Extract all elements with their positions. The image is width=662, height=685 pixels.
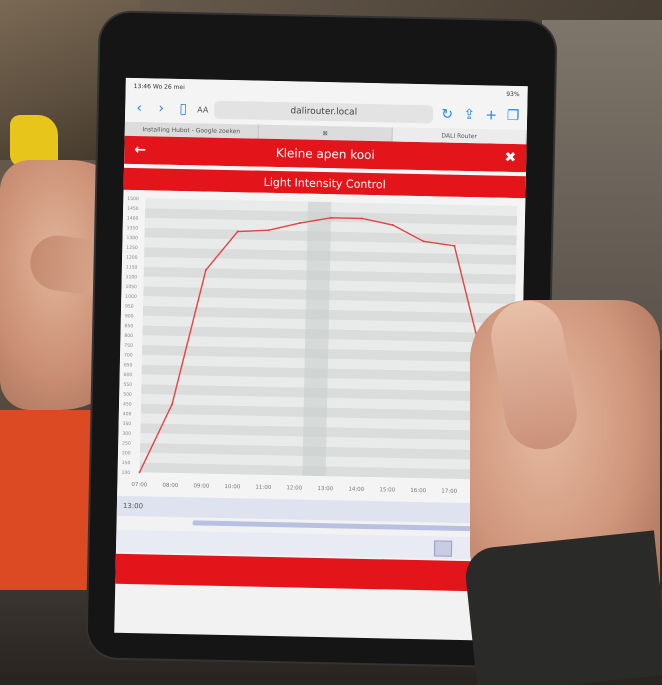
y-tick-label: 1000 bbox=[125, 294, 137, 300]
y-tick-label: 550 bbox=[123, 382, 132, 388]
y-tick-label: 500 bbox=[123, 392, 132, 398]
back-chevron-icon[interactable]: ‹ bbox=[131, 100, 147, 116]
slider-thumb[interactable] bbox=[433, 540, 453, 557]
tabs-overview-icon[interactable]: ❐ bbox=[505, 108, 521, 124]
chart-svg[interactable]: 100 150 200 250 300 350 400 450 500 550 600 650 700 7… bbox=[117, 190, 525, 508]
y-tick-label: 1150 bbox=[126, 264, 138, 270]
y-tick-label: 200 bbox=[122, 450, 131, 456]
y-tick-label: 1500 bbox=[127, 196, 139, 202]
x-tick-label: 09:00 bbox=[193, 483, 209, 489]
battery-indicator: 93% bbox=[506, 90, 520, 98]
y-tick-label: 400 bbox=[123, 411, 132, 417]
y-tick-label: 1450 bbox=[127, 206, 139, 212]
y-tick-label: 1100 bbox=[126, 274, 138, 280]
y-tick-label: 650 bbox=[124, 362, 133, 368]
x-tick-label: 13:00 bbox=[317, 486, 333, 492]
share-icon[interactable]: ⇪ bbox=[461, 107, 477, 123]
y-tick-label: 350 bbox=[123, 421, 132, 427]
y-tick-label: 600 bbox=[124, 372, 133, 378]
y-tick-label: 300 bbox=[122, 431, 131, 437]
status-date-text: Wo 26 mei bbox=[152, 82, 185, 91]
forward-chevron-icon[interactable]: › bbox=[153, 100, 169, 117]
y-tick-label: 1200 bbox=[126, 255, 138, 261]
new-tab-icon[interactable]: + bbox=[483, 107, 499, 123]
y-tick-label: 1350 bbox=[127, 225, 139, 231]
x-tick-label: 17:00 bbox=[441, 489, 457, 495]
y-tick-label: 150 bbox=[122, 460, 131, 466]
y-tick-label: 1250 bbox=[126, 245, 138, 251]
y-tick-label: 1050 bbox=[125, 284, 137, 290]
page-title: Kleine apen kooi bbox=[275, 146, 375, 163]
footer-bar bbox=[115, 553, 518, 593]
browser-tab[interactable]: Installing Hubot - Google zoeken bbox=[124, 121, 259, 139]
x-tick-label: 10:00 bbox=[224, 484, 240, 490]
y-tick-label: 100 bbox=[122, 470, 131, 476]
browser-tab-active[interactable]: DALI Router bbox=[392, 127, 527, 145]
time-readout: 13:00 bbox=[122, 501, 144, 511]
y-tick-label: 450 bbox=[123, 401, 132, 407]
y-tick-label: 850 bbox=[125, 323, 134, 329]
y-tick-label: 1400 bbox=[127, 215, 139, 221]
x-tick-label: 11:00 bbox=[255, 485, 271, 491]
y-tick-label: 800 bbox=[124, 333, 133, 339]
reload-icon[interactable]: ↻ bbox=[439, 106, 455, 122]
photo-scene: 13:46 Wo 26 mei 93% ‹ › ▯ AA dalirouter.… bbox=[0, 0, 662, 685]
reader-mode-button[interactable]: AA bbox=[197, 105, 208, 114]
y-tick-label: 1300 bbox=[126, 235, 138, 241]
y-tick-label: 700 bbox=[124, 352, 133, 358]
y-tick-label: 950 bbox=[125, 304, 134, 310]
x-tick-label: 12:00 bbox=[286, 485, 302, 491]
x-tick-label: 15:00 bbox=[379, 487, 395, 493]
bookmarks-icon[interactable]: ▯ bbox=[175, 101, 191, 117]
y-tick-label: 900 bbox=[125, 313, 134, 319]
tab-label: Installing Hubot - Google zoeken bbox=[142, 125, 241, 135]
status-time-text: 13:46 bbox=[133, 82, 152, 90]
y-tick-label: 750 bbox=[124, 343, 133, 349]
tablet-screen: 13:46 Wo 26 mei 93% ‹ › ▯ AA dalirouter.… bbox=[114, 77, 528, 642]
url-text: dalirouter.local bbox=[290, 106, 358, 118]
url-field[interactable]: dalirouter.local bbox=[214, 100, 434, 124]
x-tick-label: 16:00 bbox=[410, 488, 426, 494]
tab-close-icon[interactable]: ⊠ bbox=[323, 129, 328, 136]
x-tick-label: 07:00 bbox=[131, 482, 147, 488]
back-arrow-icon[interactable]: ← bbox=[134, 142, 146, 158]
status-time: 13:46 Wo 26 mei bbox=[134, 83, 185, 91]
y-tick-label: 250 bbox=[122, 440, 131, 446]
tab-label: DALI Router bbox=[441, 131, 478, 140]
x-tick-label: 08:00 bbox=[162, 483, 178, 489]
x-tick-label: 14:00 bbox=[348, 487, 364, 493]
light-intensity-chart[interactable]: 100 150 200 250 300 350 400 450 500 550 600 650 700 7… bbox=[117, 189, 526, 509]
jacket-sleeve bbox=[462, 530, 662, 685]
close-icon[interactable]: ✖ bbox=[504, 150, 516, 166]
browser-tab[interactable]: ⊠ bbox=[258, 124, 393, 142]
